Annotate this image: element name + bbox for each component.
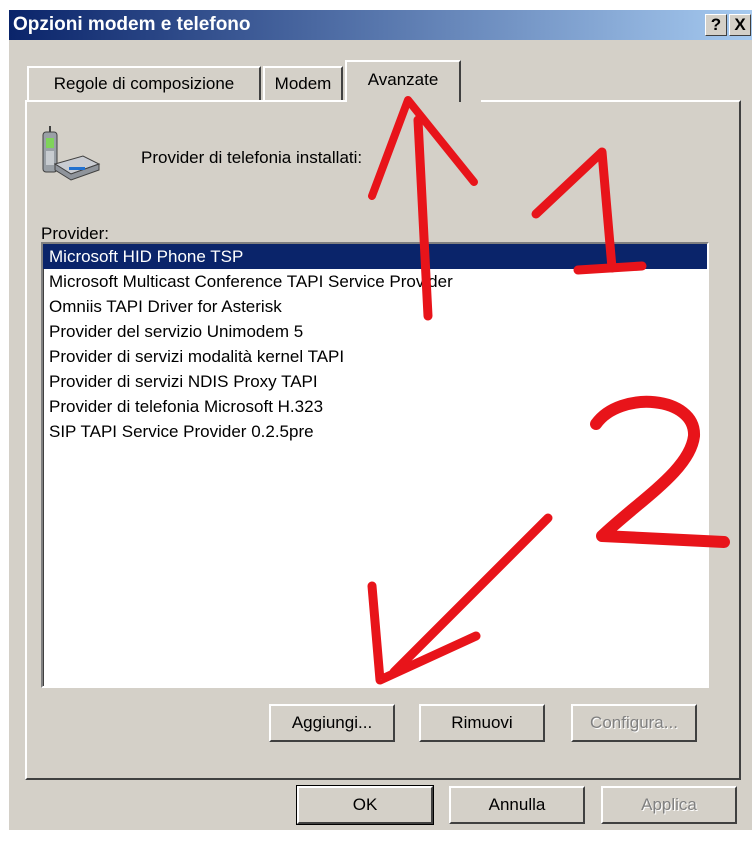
dialog-window: Opzioni modem e telefono ? X Regole di c… [8,10,752,830]
providers-label: Provider: [41,224,110,243]
phone-modem-icon [39,124,101,186]
close-button[interactable]: X [729,14,751,36]
list-item[interactable]: Omniis TAPI Driver for Asterisk [43,294,707,319]
ok-button[interactable]: OK [296,785,434,825]
list-item[interactable]: Provider del servizio Unimodem 5 [43,319,707,344]
help-button[interactable]: ? [705,14,727,36]
installed-providers-heading: Provider di telefonia installati: [141,148,363,167]
list-item[interactable]: Provider di servizi modalità kernel TAPI [43,344,707,369]
window-title: Opzioni modem e telefono [13,14,251,35]
title-bar: Opzioni modem e telefono ? X [9,10,752,40]
list-item[interactable]: Microsoft Multicast Conference TAPI Serv… [43,269,707,294]
list-item[interactable]: Microsoft HID Phone TSP [43,244,707,269]
list-item[interactable]: Provider di servizi NDIS Proxy TAPI [43,369,707,394]
cancel-button[interactable]: Annulla [449,786,585,824]
tab-advanced[interactable]: Avanzate [345,60,461,102]
list-item[interactable]: SIP TAPI Service Provider 0.2.5pre [43,419,707,444]
configure-button[interactable]: Configura... [571,704,697,742]
add-button[interactable]: Aggiungi... [269,704,395,742]
tab-modem[interactable]: Modem [263,66,343,100]
remove-button[interactable]: Rimuovi [419,704,545,742]
list-item[interactable]: Provider di telefonia Microsoft H.323 [43,394,707,419]
tab-dialing-rules[interactable]: Regole di composizione [27,66,261,100]
providers-list[interactable]: Microsoft HID Phone TSP Microsoft Multic… [41,242,709,688]
apply-button[interactable]: Applica [601,786,737,824]
